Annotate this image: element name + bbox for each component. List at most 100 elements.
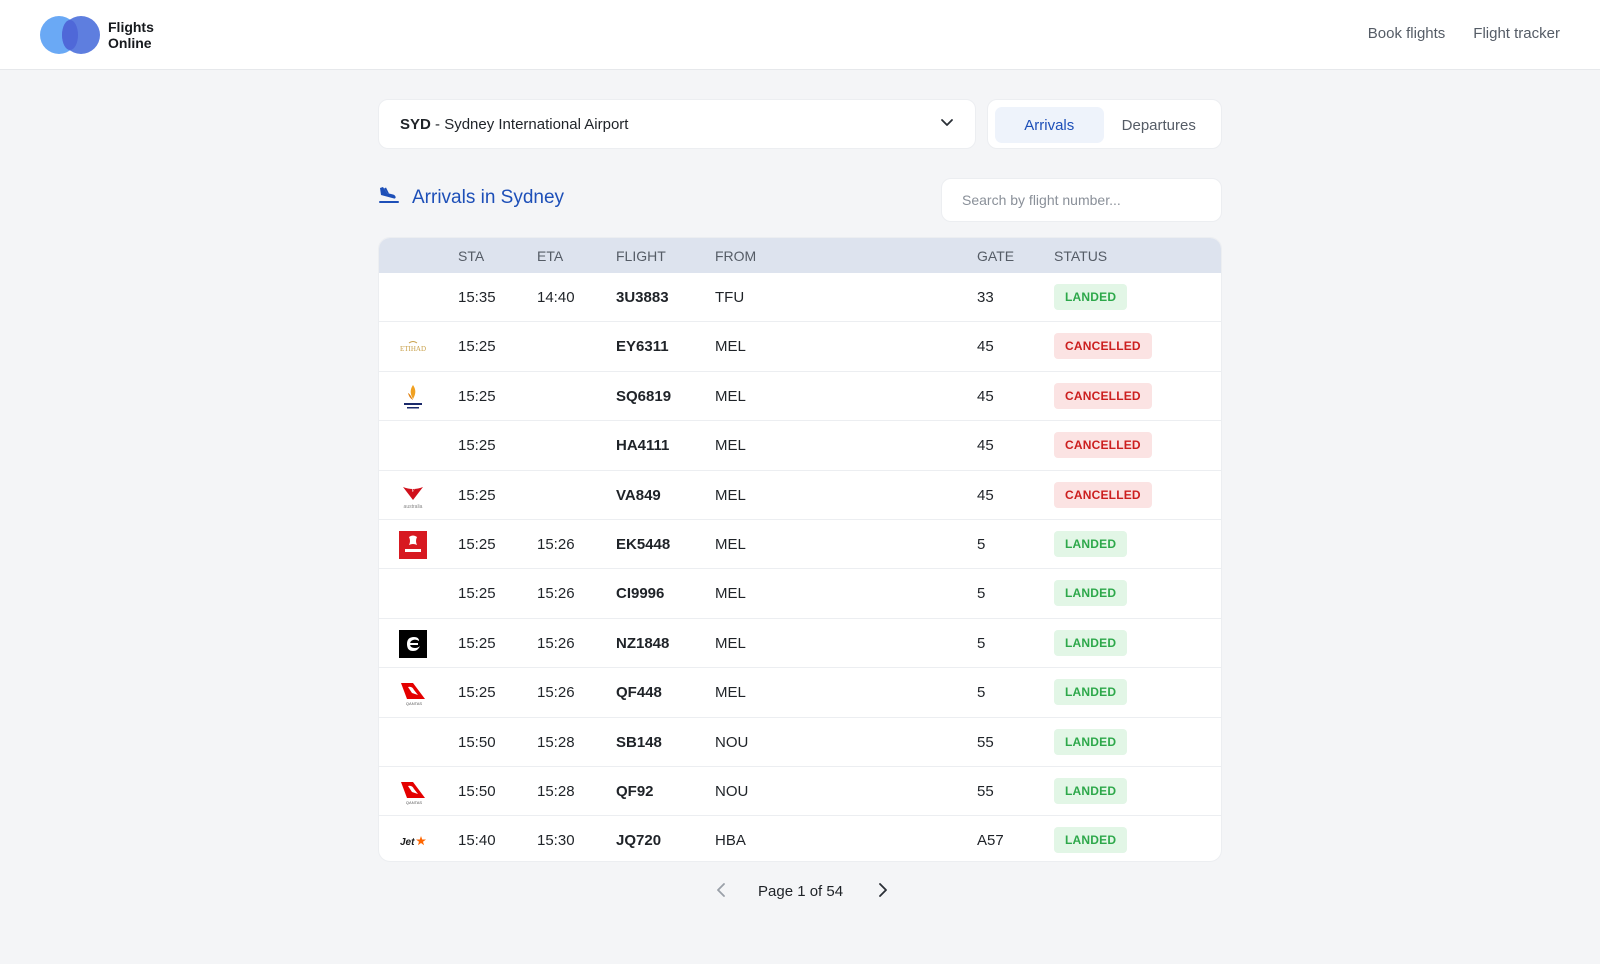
qantas-logo: QANTAS — [399, 679, 427, 707]
column-sta[interactable]: STA — [458, 248, 484, 264]
cell-eta: 15:28 — [537, 733, 575, 751]
table-row[interactable]: QANTAS 15:25 15:26 QF448 MEL 5 LANDED — [379, 668, 1221, 718]
cell-gate: 5 — [977, 684, 986, 702]
table-row[interactable]: 15:25 HA4111 MEL 45 CANCELLED — [379, 421, 1221, 471]
cell-flight: HA4111 — [616, 437, 670, 455]
column-from[interactable]: FROM — [715, 248, 756, 264]
cell-gate: 45 — [977, 486, 994, 504]
column-gate[interactable]: GATE — [977, 248, 1014, 264]
cell-flight: QF448 — [616, 684, 662, 702]
cell-flight: EY6311 — [616, 338, 669, 356]
airport-name: Sydney International Airport — [444, 115, 629, 133]
cell-eta: 15:26 — [537, 634, 575, 652]
status-badge: CANCELLED — [1054, 432, 1152, 459]
top-bar: Flights Online Book flights Flight track… — [0, 0, 1600, 70]
brand-logo[interactable]: Flights Online — [40, 16, 180, 54]
cell-sta: 15:35 — [458, 289, 496, 306]
chevron-down-icon — [939, 114, 955, 134]
cell-sta: 15:50 — [458, 733, 496, 751]
table-row[interactable]: 15:25 15:26 NZ1848 MEL 5 LANDED — [379, 619, 1221, 669]
table-row[interactable]: 15:35 14:40 3U3883 TFU 33 LANDED — [379, 273, 1221, 323]
table-row[interactable]: 15:25 SQ6819 MEL 45 CANCELLED — [379, 372, 1221, 422]
cell-eta: 14:40 — [537, 289, 575, 306]
cell-from: TFU — [715, 289, 745, 306]
chevron-left-icon[interactable] — [713, 881, 729, 904]
cell-gate: 55 — [977, 782, 994, 800]
table-row[interactable]: QANTAS 15:50 15:28 QF92 NOU 55 LANDED — [379, 767, 1221, 817]
cell-gate: 5 — [977, 634, 986, 652]
etihad-logo: ETIHAD — [399, 333, 427, 361]
pagination: Page 1 of 54 — [710, 876, 890, 906]
cell-gate: 33 — [977, 289, 994, 306]
cell-gate: 55 — [977, 733, 994, 751]
airline-logo-empty — [399, 432, 427, 460]
airport-select[interactable]: SYD - Sydney International Airport — [378, 99, 976, 149]
section-heading: Arrivals in Sydney — [378, 186, 564, 209]
cell-from: MEL — [715, 387, 746, 405]
chevron-right-icon[interactable] — [875, 881, 891, 904]
tab-arrivals[interactable]: Arrivals — [995, 107, 1104, 143]
column-eta[interactable]: ETA — [537, 248, 563, 264]
cell-flight: JQ720 — [616, 832, 662, 850]
cell-flight: NZ1848 — [616, 634, 670, 652]
cell-from: MEL — [715, 338, 746, 356]
cell-gate: 45 — [977, 387, 994, 405]
status-badge: CANCELLED — [1054, 333, 1152, 360]
table-row[interactable]: Vaustralia 15:25 VA849 MEL 45 CANCELLED — [379, 471, 1221, 520]
column-status[interactable]: STATUS — [1054, 248, 1107, 264]
qantas-logo: QANTAS — [399, 778, 427, 806]
cell-from: MEL — [715, 535, 746, 553]
page-indicator: Page 1 of 54 — [758, 883, 844, 900]
table-row[interactable]: ETIHAD 15:25 EY6311 MEL 45 CANCELLED — [379, 322, 1221, 372]
emirates-logo — [399, 530, 427, 559]
cell-from: MEL — [715, 634, 746, 652]
cell-sta: 15:50 — [458, 782, 496, 800]
flight-search — [941, 178, 1222, 222]
cell-sta: 15:25 — [458, 535, 496, 553]
cell-eta: 15:26 — [537, 684, 575, 702]
table-row[interactable]: 15:25 15:26 EK5448 MEL 5 LANDED — [379, 520, 1221, 570]
airport-code: SYD — [400, 115, 431, 133]
cell-gate: 5 — [977, 585, 986, 603]
status-badge: LANDED — [1054, 284, 1128, 310]
cell-eta: 15:26 — [537, 585, 575, 603]
virgin-australia-logo: Vaustralia — [399, 482, 427, 510]
tab-departures[interactable]: Departures — [1104, 107, 1214, 143]
brand-line-1: Flights — [108, 19, 154, 35]
status-badge: LANDED — [1054, 530, 1128, 557]
cell-flight: VA849 — [616, 486, 661, 504]
cell-eta: 15:26 — [537, 535, 575, 553]
status-badge: LANDED — [1054, 629, 1128, 656]
cell-sta: 15:25 — [458, 437, 496, 455]
svg-text:Jet: Jet — [400, 837, 415, 848]
table-header: STA ETA FLIGHT FROM GATE STATUS — [379, 238, 1221, 273]
cell-from: MEL — [715, 684, 746, 702]
airline-logo-empty — [399, 729, 427, 757]
cell-sta: 15:40 — [458, 832, 496, 850]
status-badge: CANCELLED — [1054, 481, 1152, 508]
status-badge: LANDED — [1054, 580, 1128, 607]
search-input[interactable] — [942, 179, 1221, 221]
nav-book-flights[interactable]: Book flights — [1368, 25, 1446, 42]
cell-gate: 45 — [977, 437, 994, 455]
status-badge: CANCELLED — [1054, 382, 1152, 409]
logo-circle-overlap — [62, 20, 78, 50]
status-badge: LANDED — [1054, 679, 1128, 706]
cell-gate: 5 — [977, 535, 986, 553]
cell-from: HBA — [715, 832, 746, 850]
cell-flight: QF92 — [616, 782, 654, 800]
cell-flight: EK5448 — [616, 535, 671, 553]
cell-from: MEL — [715, 486, 746, 504]
nav-flight-tracker[interactable]: Flight tracker — [1473, 25, 1560, 42]
status-badge: LANDED — [1054, 728, 1128, 755]
column-flight[interactable]: FLIGHT — [616, 248, 666, 264]
table-row[interactable]: 15:25 15:26 CI9996 MEL 5 LANDED — [379, 569, 1221, 619]
top-nav: Book flights Flight tracker — [1368, 25, 1560, 42]
cell-flight: SB148 — [616, 733, 662, 751]
cell-gate: A57 — [977, 832, 1004, 850]
airport-separator: - — [430, 115, 445, 133]
table-row[interactable]: Jet 15:40 15:30 JQ720 HBA A57 LANDED — [379, 816, 1221, 861]
svg-text:QANTAS: QANTAS — [406, 701, 422, 706]
cell-from: MEL — [715, 437, 746, 455]
table-row[interactable]: 15:50 15:28 SB148 NOU 55 LANDED — [379, 718, 1221, 767]
